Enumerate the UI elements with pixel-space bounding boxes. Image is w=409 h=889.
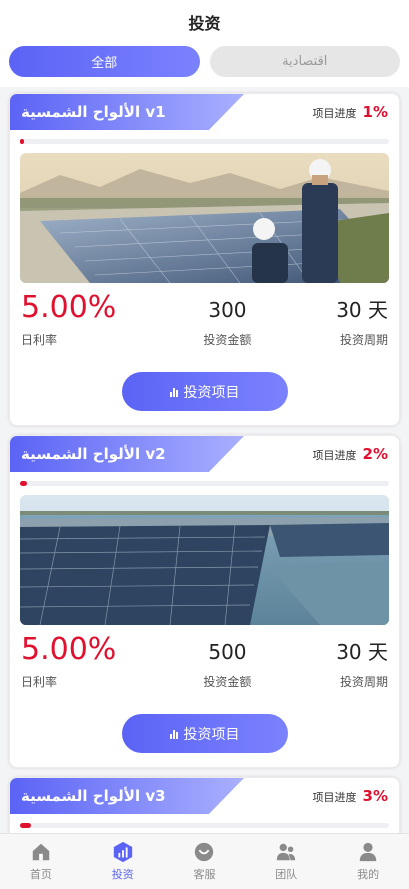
page-title: 投资 (188, 14, 221, 33)
card-header: الألواح الشمسية v2 项目进度 2% (10, 436, 399, 472)
header: 投资 (0, 0, 409, 44)
progress-value: 3% (362, 787, 388, 805)
amount-value: 500 (208, 640, 247, 664)
progress-bar (20, 823, 389, 828)
tab-service[interactable]: 客服 (164, 834, 246, 889)
stats-row: 5.00% 300 30 天 (10, 283, 399, 323)
progress-info: 项目进度 3% (313, 787, 388, 805)
stats-row: 5.00% 500 30 天 (10, 625, 399, 665)
progress-label: 项目进度 (312, 107, 357, 120)
project-card[interactable]: الألواح الشمسية v2 项目进度 2% 5.00% 500 30 … (9, 435, 400, 768)
progress-bar (20, 481, 389, 486)
daily-rate-value: 5.00% (21, 290, 117, 325)
invest-project-button[interactable]: 投资项目 (121, 372, 288, 411)
progress-bar-fill (20, 481, 28, 486)
progress-info: 项目进度 2% (313, 445, 388, 463)
project-list: الألواح الشمسية v1 项目进度 1% 5.00% 300 30 … (0, 87, 409, 869)
stats-labels: 日利率 投资金额 投资周期 (10, 665, 399, 690)
period-label: 投资周期 (339, 675, 388, 689)
progress-bar-fill (20, 139, 25, 144)
period-value: 30 天 (336, 298, 388, 322)
progress-value: 1% (362, 103, 388, 121)
profile-icon (359, 842, 377, 862)
service-icon (195, 842, 214, 862)
tab-economic[interactable]: اقتصادية (209, 46, 400, 77)
period-value: 30 天 (336, 640, 388, 664)
invest-page: 投资 全部 اقتصادية الألواح الشمسية v1 项目进度 1… (0, 0, 409, 889)
tab-home[interactable]: 首页 (0, 834, 82, 889)
daily-rate-value: 5.00% (21, 632, 117, 667)
project-card[interactable]: الألواح الشمسية v1 项目进度 1% 5.00% 300 30 … (9, 93, 400, 426)
tab-label: 投资 (111, 868, 134, 881)
tab-label: 客服 (193, 868, 216, 881)
invest-project-button[interactable]: 投资项目 (121, 714, 288, 753)
tab-profile[interactable]: 我的 (327, 834, 409, 889)
progress-label: 项目进度 (312, 791, 357, 804)
amount-label: 投资金额 (203, 675, 252, 689)
tab-invest[interactable]: 投资 (82, 834, 164, 889)
progress-bar-fill (20, 823, 32, 828)
progress-label: 项目进度 (312, 449, 357, 462)
card-header: الألواح الشمسية v1 项目进度 1% (10, 94, 399, 130)
tab-label: 我的 (357, 868, 380, 881)
tab-all[interactable]: 全部 (9, 46, 200, 77)
period-label: 投资周期 (339, 333, 388, 347)
home-icon (32, 843, 50, 861)
project-title: الألواح الشمسية v3 (10, 778, 244, 814)
tab-team[interactable]: 团队 (245, 834, 327, 889)
project-title: الألواح الشمسية v1 (10, 94, 244, 130)
bar-chart-icon (169, 387, 178, 397)
invest-icon (113, 841, 132, 863)
floating-solar-farm-photo (20, 495, 389, 625)
stats-labels: 日利率 投资金额 投资周期 (10, 323, 399, 348)
solar-farm-engineers-photo (20, 153, 389, 283)
daily-rate-label: 日利率 (21, 333, 58, 347)
tab-label: 首页 (29, 868, 52, 881)
category-tabs: 全部 اقتصادية (0, 44, 409, 87)
progress-info: 项目进度 1% (313, 103, 388, 121)
amount-label: 投资金额 (203, 333, 252, 347)
card-header: الألواح الشمسية v3 项目进度 3% (10, 778, 399, 814)
invest-button-label: 投资项目 (183, 726, 240, 743)
progress-bar (20, 139, 389, 144)
team-icon (277, 843, 296, 861)
invest-button-label: 投资项目 (183, 384, 240, 401)
progress-value: 2% (362, 445, 388, 463)
project-title: الألواح الشمسية v2 (10, 436, 244, 472)
tab-label: 团队 (275, 868, 298, 881)
bottom-tab-bar: 首页 投资 客服 团队 我的 (0, 833, 409, 889)
daily-rate-label: 日利率 (21, 675, 58, 689)
bar-chart-icon (169, 729, 178, 739)
amount-value: 300 (208, 298, 247, 322)
